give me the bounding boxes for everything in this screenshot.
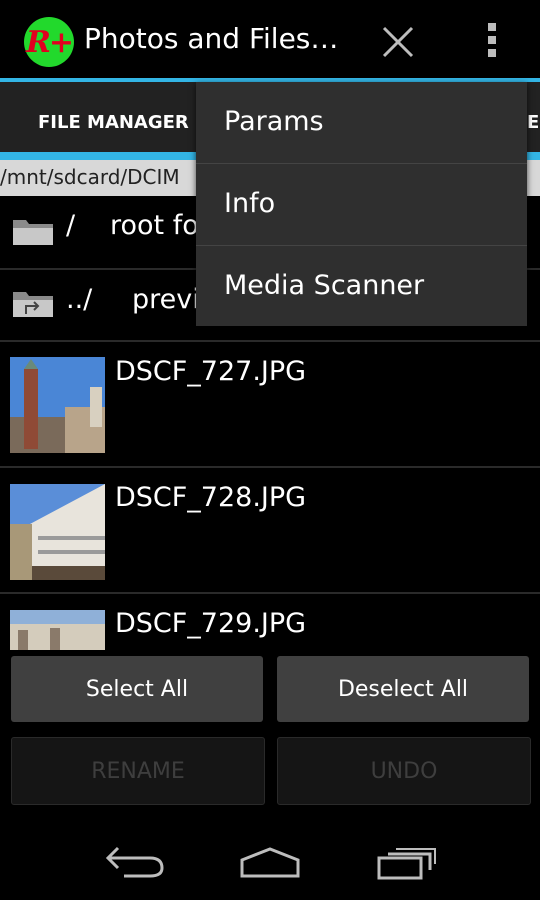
recent-apps-icon[interactable] — [376, 846, 438, 880]
home-icon[interactable] — [238, 846, 302, 880]
list-item-file[interactable]: DSCF_729.JPG — [0, 594, 540, 650]
current-path: /mnt/sdcard/DCIM — [0, 165, 180, 189]
parent-name: ../ — [66, 284, 93, 315]
list-item-file[interactable]: DSCF_728.JPG — [0, 468, 540, 592]
root-desc: root fo — [110, 210, 199, 241]
photo-thumbnail — [10, 610, 105, 650]
file-name: DSCF_729.JPG — [115, 608, 307, 639]
menu-item-label: Info — [224, 188, 276, 219]
folder-up-icon — [13, 292, 53, 317]
back-icon[interactable] — [104, 844, 166, 880]
tab-file-manager[interactable]: FILE MANAGER — [38, 112, 189, 133]
system-nav-bar — [0, 824, 540, 900]
close-icon[interactable] — [378, 22, 418, 62]
menu-item-media-scanner[interactable]: Media Scanner — [196, 246, 527, 327]
overflow-menu-icon[interactable] — [480, 20, 504, 64]
app-title: Photos and Files… — [84, 22, 339, 55]
root-name: / — [66, 210, 76, 241]
deselect-all-button[interactable]: Deselect All — [277, 656, 529, 722]
overflow-menu: Params Info Media Scanner — [196, 82, 527, 326]
menu-item-info[interactable]: Info — [196, 164, 527, 245]
select-all-button[interactable]: Select All — [11, 656, 263, 722]
folder-icon — [13, 220, 53, 245]
list-item-file[interactable]: DSCF_727.JPG — [0, 342, 540, 466]
action-bar: R+ Photos and Files… — [0, 0, 540, 78]
undo-button[interactable]: UNDO — [277, 737, 531, 805]
menu-item-params[interactable]: Params — [196, 82, 527, 163]
menu-item-label: Media Scanner — [224, 270, 425, 301]
app-logo-text: R+ — [25, 24, 74, 60]
file-name: DSCF_728.JPG — [115, 482, 307, 513]
photo-thumbnail — [10, 357, 105, 453]
rename-button[interactable]: RENAME — [11, 737, 265, 805]
parent-desc: previ — [132, 284, 200, 315]
file-name: DSCF_727.JPG — [115, 356, 307, 387]
tab-next-partial[interactable]: E — [527, 112, 539, 133]
app-logo[interactable]: R+ — [24, 17, 74, 67]
photo-thumbnail — [10, 484, 105, 580]
menu-item-label: Params — [224, 106, 324, 137]
